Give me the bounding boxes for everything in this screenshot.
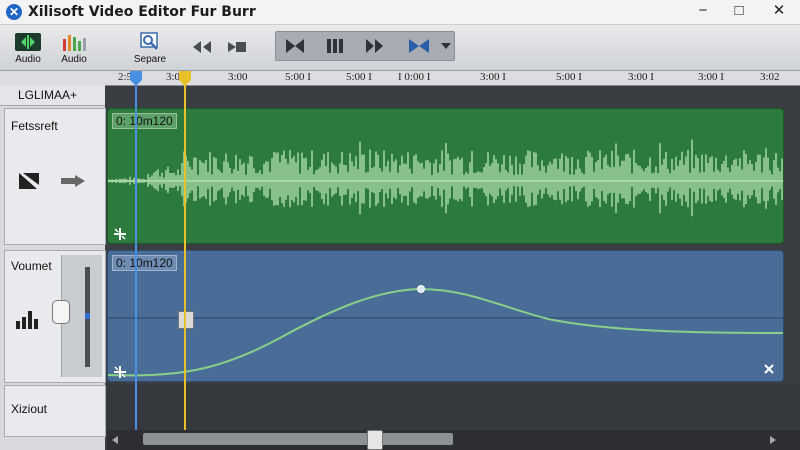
- extra-track-header[interactable]: Xiziout: [4, 385, 106, 437]
- audio-tool-2-label: Audio: [61, 54, 87, 65]
- yellow-playhead-marker[interactable]: [178, 71, 192, 87]
- audio-track-header[interactable]: Fetssreft: [4, 108, 106, 245]
- volume-point-handle[interactable]: [178, 311, 194, 329]
- volume-track-label: Voumet: [11, 259, 52, 273]
- scrollbar-thumb[interactable]: [367, 430, 383, 450]
- ruler-tick: 5:00 I: [285, 71, 311, 83]
- rewind-icon[interactable]: [190, 39, 214, 55]
- volume-track-header[interactable]: Voumet: [4, 250, 106, 383]
- track-header-panel: LGLIMAA+ Fetssreft Voumet Xiziout: [0, 85, 106, 450]
- arrow-right-icon[interactable]: [59, 173, 87, 189]
- audio-levels-icon: [63, 35, 86, 51]
- empty-track-area[interactable]: [107, 384, 800, 430]
- audio-track-label: Fetssreft: [11, 119, 58, 133]
- audio-green-icon: [15, 33, 41, 51]
- window-title: Xilisoft Video Editor Fur Burr: [28, 4, 256, 20]
- panel-header[interactable]: LGLIMAA+: [0, 85, 105, 106]
- app-logo-icon: ✕: [6, 4, 22, 20]
- play-icon[interactable]: [362, 36, 388, 56]
- extra-track-label: Xiziout: [11, 402, 48, 416]
- stop-icon[interactable]: [226, 39, 248, 55]
- ruler-tick: 3:00 I: [628, 71, 654, 83]
- clip-resize-icon[interactable]: [113, 227, 127, 241]
- separate-tool[interactable]: Separe: [126, 25, 174, 65]
- pause-icon[interactable]: [322, 36, 348, 56]
- waveform-path: [108, 139, 783, 217]
- volume-slider-handle[interactable]: [52, 300, 70, 324]
- title-bar: ✕ Xilisoft Video Editor Fur Burr − □ ✕: [0, 0, 800, 25]
- audio-tool-2[interactable]: Audio: [54, 25, 94, 65]
- volume-bars-icon: [16, 311, 38, 329]
- scrollbar-track[interactable]: [143, 430, 453, 450]
- dropdown-icon[interactable]: [440, 41, 452, 51]
- clip-resize-icon[interactable]: [113, 365, 127, 379]
- audio-clip[interactable]: 0: 10m120: [107, 108, 784, 244]
- remove-icon[interactable]: [763, 363, 775, 375]
- mute-icon[interactable]: [17, 171, 41, 191]
- previous-icon[interactable]: [282, 36, 308, 56]
- audio-waveform: [108, 139, 783, 217]
- transport-controls: [275, 31, 455, 61]
- audio-tool-1-label: Audio: [15, 54, 41, 65]
- ruler-tick: 5:00 I: [346, 71, 372, 83]
- split-icon[interactable]: [406, 36, 432, 56]
- horizontal-scrollbar[interactable]: [107, 430, 800, 450]
- volume-clip-time: 0: 10m120: [112, 255, 177, 271]
- yellow-playhead[interactable]: [184, 71, 186, 450]
- toolbar: Audio Audio Separe: [0, 25, 800, 71]
- volume-slider-panel: [52, 255, 102, 377]
- close-button[interactable]: ✕: [762, 0, 796, 24]
- volume-keyframe: [417, 285, 425, 293]
- minimize-button[interactable]: −: [686, 0, 720, 24]
- ruler-tick: 5:00 I: [556, 71, 582, 83]
- separate-tool-label: Separe: [133, 54, 167, 65]
- audio-tool-1[interactable]: Audio: [8, 25, 48, 65]
- ruler-tick: I 0:00 I: [398, 71, 431, 83]
- volume-envelope: [108, 285, 783, 377]
- ruler-tick: 3:00: [228, 71, 248, 83]
- volume-level-marker: [85, 313, 90, 319]
- ruler-tick: 3:00 I: [480, 71, 506, 83]
- audio-clip-time: 0: 10m120: [112, 113, 177, 129]
- search-zoom-icon: [140, 32, 158, 50]
- scroll-right-icon[interactable]: [769, 435, 777, 445]
- ruler-tick: 3:00 I: [698, 71, 724, 83]
- waveform-centerline: [108, 180, 783, 182]
- volume-slider-track[interactable]: [85, 267, 90, 367]
- volume-envelope-clip[interactable]: 0: 10m120: [107, 250, 784, 382]
- maximize-button[interactable]: □: [722, 0, 756, 24]
- scroll-left-icon[interactable]: [111, 435, 119, 445]
- timeline-ruler[interactable]: 2:50 3:04 3:00 5:00 I 5:00 I I 0:00 I 3:…: [0, 71, 800, 86]
- volume-curve: [108, 287, 783, 377]
- blue-playhead-marker[interactable]: [129, 71, 143, 87]
- blue-playhead[interactable]: [135, 71, 137, 450]
- ruler-tick: 3:02: [760, 71, 780, 83]
